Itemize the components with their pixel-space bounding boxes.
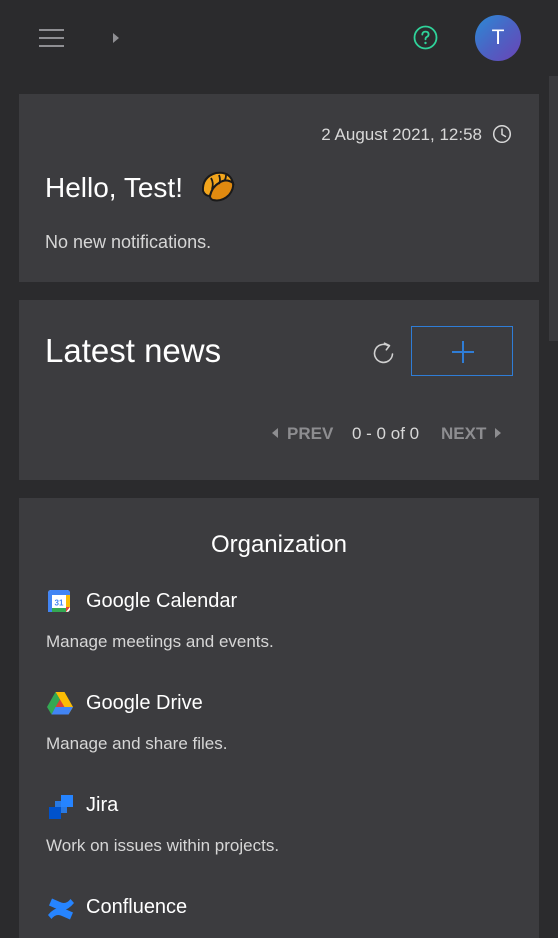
chevron-right-icon <box>495 428 502 438</box>
confluence-icon <box>46 894 74 922</box>
app-description: Manage meetings and events. <box>46 632 274 651</box>
greeting-text: Hello, Test! <box>45 172 183 203</box>
hamburger-menu-icon[interactable] <box>36 26 66 50</box>
jira-icon <box>46 792 74 820</box>
next-label: NEXT <box>441 424 487 443</box>
add-news-button[interactable] <box>411 326 513 376</box>
plus-icon <box>452 341 474 363</box>
app-description: Work on issues within projects. <box>46 836 280 855</box>
croissant-icon <box>199 169 237 205</box>
app-description: Manage and share files. <box>46 734 228 753</box>
next-page-button[interactable]: NEXT <box>441 424 502 444</box>
google-calendar-icon: 31 <box>46 588 74 616</box>
refresh-icon[interactable] <box>370 339 398 367</box>
top-bar: T <box>0 0 558 76</box>
chevron-left-icon <box>272 428 278 438</box>
prev-label: PREV <box>287 424 334 443</box>
avatar[interactable]: T <box>475 15 521 61</box>
latest-news-card: Latest news PREV 0 - 0 of 0 NEXT <box>19 300 539 480</box>
current-datetime: 2 August 2021, 12:58 <box>321 125 482 144</box>
page-info: 0 - 0 of 0 <box>352 424 420 443</box>
app-name: Google Calendar <box>86 590 238 612</box>
notification-status: No new notifications. <box>45 232 212 252</box>
google-drive-icon <box>46 690 74 718</box>
question-circle-icon[interactable] <box>413 25 438 50</box>
app-name: Confluence <box>86 896 188 918</box>
prev-page-button[interactable]: PREV <box>272 424 333 444</box>
organization-card: Organization 31 Google Calendar Manage m… <box>19 498 539 938</box>
svg-text:31: 31 <box>55 599 64 608</box>
app-name: Google Drive <box>86 692 203 714</box>
clock-icon <box>492 124 512 144</box>
avatar-initial: T <box>491 26 505 49</box>
news-title: Latest news <box>45 332 222 369</box>
caret-right-icon[interactable] <box>110 30 122 46</box>
scrollbar[interactable] <box>549 76 558 341</box>
app-name: Jira <box>86 794 119 816</box>
welcome-card: 2 August 2021, 12:58 Hello, Test! No new… <box>19 94 539 282</box>
organization-title: Organization <box>210 531 348 558</box>
